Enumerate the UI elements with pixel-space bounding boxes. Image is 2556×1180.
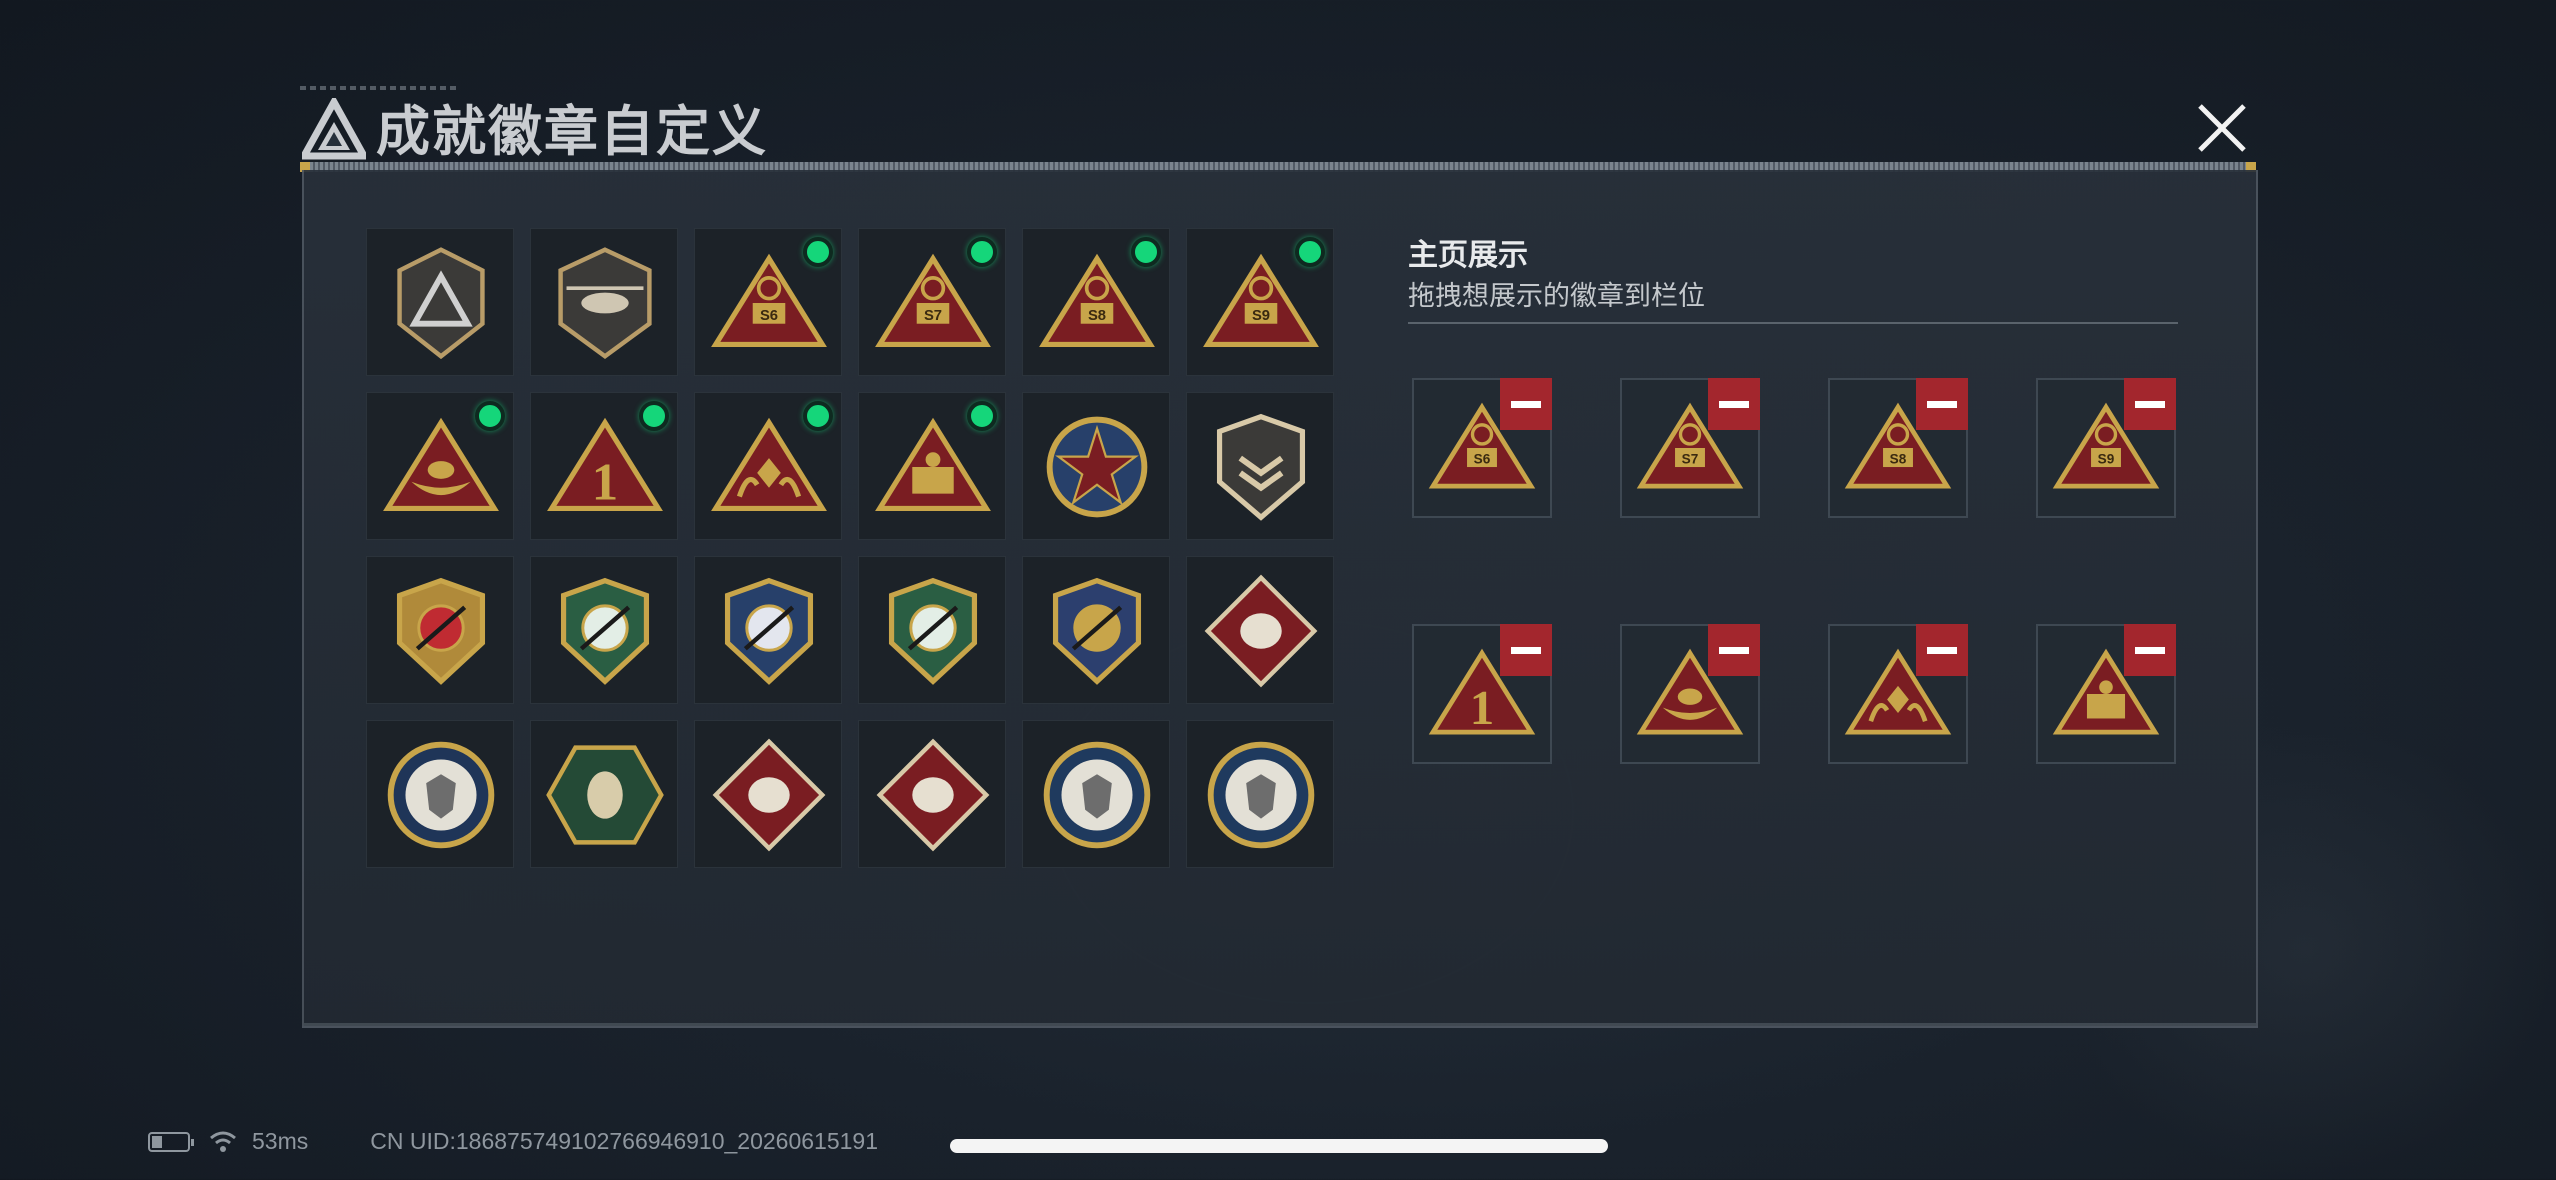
remove-badge-button[interactable] (2124, 624, 2176, 676)
badge-cell[interactable] (366, 556, 514, 704)
header-decoration (300, 86, 460, 90)
remove-badge-button[interactable] (1708, 624, 1760, 676)
svg-text:S7: S7 (924, 308, 942, 324)
badge-cell[interactable] (1186, 556, 1334, 704)
badge-cell[interactable] (1186, 392, 1334, 540)
badge-cell[interactable] (530, 228, 678, 376)
badge-cell[interactable] (1022, 720, 1170, 868)
status-bar: 53ms CN UID:18687574910276694691​0_20260… (148, 1128, 878, 1155)
remove-badge-button[interactable] (1500, 378, 1552, 430)
display-slot[interactable]: S8 (1828, 378, 1968, 518)
svg-text:S7: S7 (1682, 452, 1699, 467)
badge-cell[interactable] (858, 392, 1006, 540)
svg-text:S8: S8 (1890, 452, 1907, 467)
minus-icon (1927, 646, 1957, 654)
remove-badge-button[interactable] (2124, 378, 2176, 430)
badge-cell[interactable]: 1 (530, 392, 678, 540)
badge-cell[interactable] (366, 228, 514, 376)
display-slot[interactable]: 1 (1412, 624, 1552, 764)
badge-cell[interactable] (530, 720, 678, 868)
svg-text:S6: S6 (1474, 452, 1491, 467)
display-slot[interactable]: S6 (1412, 378, 1552, 518)
badge-cell[interactable] (1022, 392, 1170, 540)
battery-icon (148, 1131, 194, 1152)
badge-cell[interactable]: S6 (694, 228, 842, 376)
badge-cell[interactable] (858, 720, 1006, 868)
equipped-indicator (1131, 237, 1161, 267)
display-section-subtitle: 拖拽想展示的徽章到栏位 (1408, 281, 1705, 311)
svg-text:S8: S8 (1088, 308, 1106, 324)
svg-text:1: 1 (592, 453, 619, 512)
minus-icon (1927, 400, 1957, 408)
equipped-indicator (803, 237, 833, 267)
badge-cell[interactable]: S9 (1186, 228, 1334, 376)
display-slot[interactable]: S7 (1620, 378, 1760, 518)
svg-text:S9: S9 (2098, 452, 2115, 467)
remove-badge-button[interactable] (1916, 378, 1968, 430)
minus-icon (1511, 646, 1541, 654)
equipped-indicator (475, 401, 505, 431)
svg-text:S6: S6 (760, 308, 778, 324)
svg-text:S9: S9 (1252, 308, 1270, 324)
equipped-indicator (639, 401, 669, 431)
badge-cell[interactable] (694, 556, 842, 704)
badge-cell[interactable] (530, 556, 678, 704)
close-icon[interactable] (2190, 96, 2254, 160)
display-section-divider (1408, 322, 2178, 324)
badge-cell[interactable]: S7 (858, 228, 1006, 376)
badge-cell[interactable] (1022, 556, 1170, 704)
remove-badge-button[interactable] (1500, 624, 1552, 676)
badge-cell[interactable] (858, 556, 1006, 704)
minus-icon (2135, 400, 2165, 408)
equipped-indicator (1295, 237, 1325, 267)
minus-icon (1511, 400, 1541, 408)
badge-cell[interactable] (694, 392, 842, 540)
badge-cell[interactable] (1186, 720, 1334, 868)
triangle-logo-icon (302, 98, 366, 160)
minus-icon (2135, 646, 2165, 654)
uid-text: CN UID:18687574910276694691​0_2026061519… (370, 1128, 878, 1154)
remove-badge-button[interactable] (1708, 378, 1760, 430)
display-slot[interactable] (2036, 624, 2176, 764)
badge-cell[interactable] (694, 720, 842, 868)
home-indicator[interactable] (950, 1139, 1608, 1153)
minus-icon (1719, 400, 1749, 408)
display-slot[interactable] (1828, 624, 1968, 764)
display-slot[interactable]: S9 (2036, 378, 2176, 518)
display-section-title: 主页展示 (1408, 239, 1528, 272)
page-title: 成就徽章自定义 (376, 102, 768, 162)
equipped-indicator (967, 401, 997, 431)
minus-icon (1719, 646, 1749, 654)
remove-badge-button[interactable] (1916, 624, 1968, 676)
badge-cell[interactable]: S8 (1022, 228, 1170, 376)
svg-text:1: 1 (1470, 680, 1494, 735)
equipped-indicator (967, 237, 997, 267)
badge-cell[interactable] (366, 720, 514, 868)
ping-text: 53ms (252, 1128, 309, 1154)
display-slot[interactable] (1620, 624, 1760, 764)
equipped-indicator (803, 401, 833, 431)
wifi-icon (210, 1131, 236, 1152)
dialog-header: 成就徽章自定义 (300, 86, 2256, 168)
badge-cell[interactable] (366, 392, 514, 540)
